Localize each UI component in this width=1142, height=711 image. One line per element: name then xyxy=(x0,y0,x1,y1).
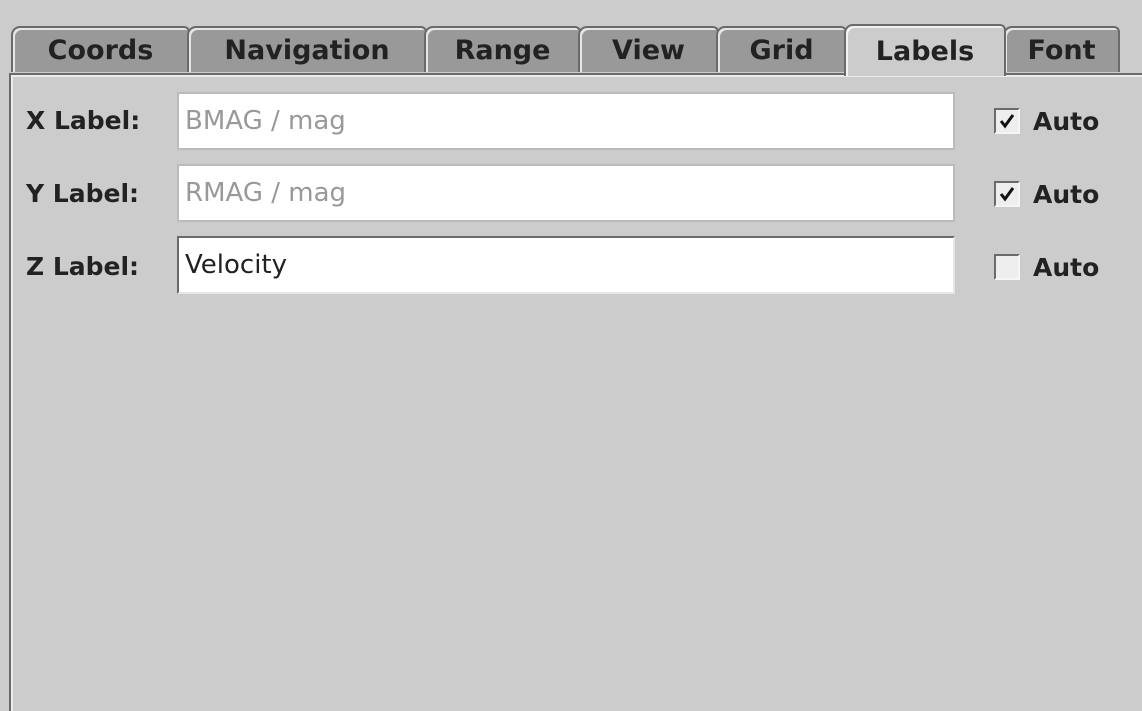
tab-labels[interactable]: Labels xyxy=(844,24,1006,76)
tab-label: Range xyxy=(454,34,551,66)
tab-label: View xyxy=(612,34,685,66)
tab-navigation[interactable]: Navigation xyxy=(187,26,427,72)
tab-label: Coords xyxy=(47,34,154,66)
tab-range[interactable]: Range xyxy=(424,26,581,72)
tab-font[interactable]: Font xyxy=(1003,26,1120,72)
tab-content-area xyxy=(9,73,1142,711)
tab-label: Font xyxy=(1027,34,1096,66)
tab-grid[interactable]: Grid xyxy=(716,26,847,72)
tab-strip: Coords Navigation Range View Grid Labels… xyxy=(0,0,1142,76)
tab-view[interactable]: View xyxy=(578,26,719,72)
tab-label: Grid xyxy=(749,34,814,66)
labels-config-panel: Coords Navigation Range View Grid Labels… xyxy=(0,0,1142,711)
tab-label: Navigation xyxy=(224,34,390,66)
tab-coords[interactable]: Coords xyxy=(11,26,190,72)
tab-label: Labels xyxy=(875,35,975,67)
